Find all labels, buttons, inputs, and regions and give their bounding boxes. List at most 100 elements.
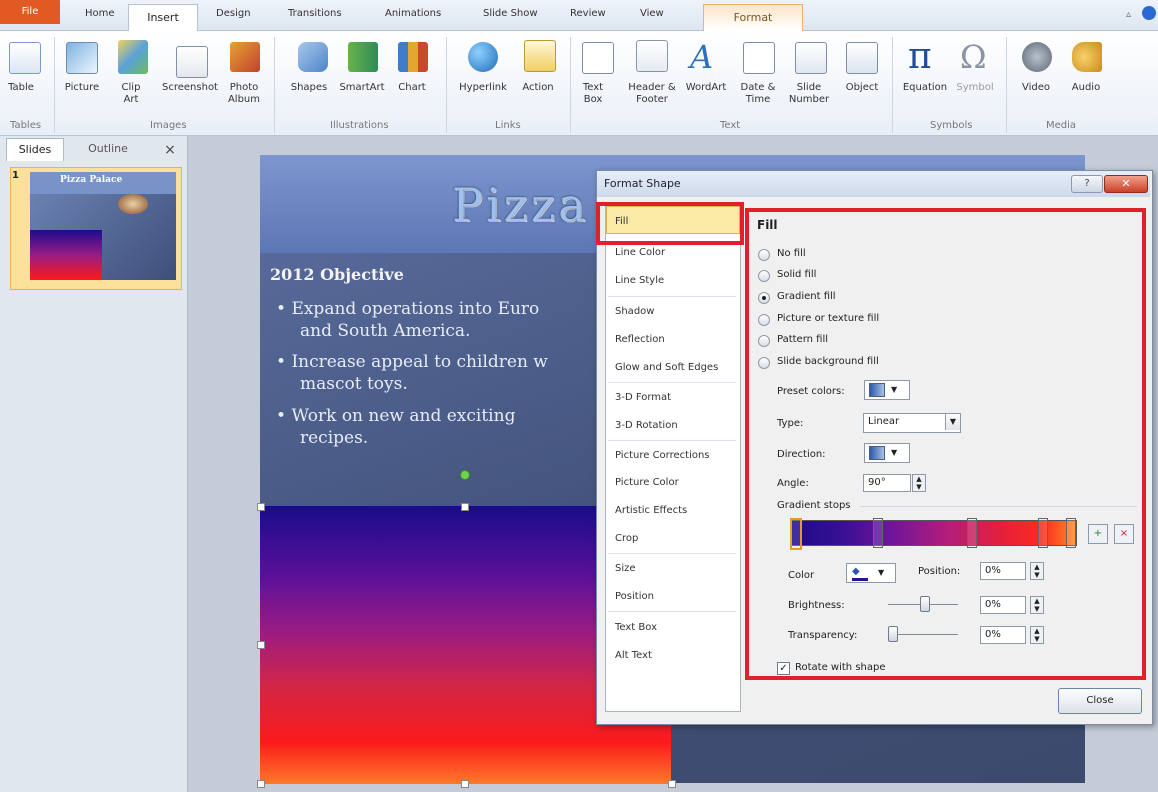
shapes-button[interactable]: Shapes <box>286 82 332 94</box>
highlight-box-fill-options <box>745 208 1146 680</box>
audio-icon[interactable] <box>1072 42 1102 72</box>
clip-art-icon[interactable] <box>118 40 148 74</box>
equation-icon[interactable]: π <box>908 36 932 77</box>
category-line-style[interactable]: Line Style <box>615 275 664 286</box>
minimize-ribbon-icon[interactable]: ▵ <box>1126 9 1131 20</box>
bullet-3[interactable]: • Work on new and exciting <box>276 405 515 427</box>
group-label-symbols: Symbols <box>930 120 973 131</box>
category-picture-color[interactable]: Picture Color <box>615 477 679 488</box>
picture-icon[interactable] <box>66 42 98 74</box>
tab-format[interactable]: Format <box>703 4 803 31</box>
category-picture-corrections[interactable]: Picture Corrections <box>615 450 710 461</box>
equation-button[interactable]: Equation <box>898 82 952 94</box>
group-separator <box>1006 37 1007 133</box>
category-shadow[interactable]: Shadow <box>615 306 654 317</box>
tab-home[interactable]: Home <box>85 8 115 19</box>
highlight-box-fill-category <box>596 202 744 245</box>
tab-insert[interactable]: Insert <box>128 4 198 31</box>
text-box-icon[interactable] <box>582 42 614 74</box>
category-divider <box>608 611 736 612</box>
slide-thumbnail[interactable]: Pizza Palace <box>30 172 176 280</box>
objective-heading[interactable]: 2012 Objective <box>270 265 404 284</box>
header-footer-button[interactable]: Header & Footer <box>622 82 682 106</box>
photo-album-button[interactable]: Photo Album <box>222 82 266 106</box>
hyperlink-button[interactable]: Hyperlink <box>454 82 512 94</box>
help-icon[interactable] <box>1142 6 1156 20</box>
rotation-handle[interactable] <box>460 470 470 480</box>
slide-number-button[interactable]: Slide Number <box>784 82 834 106</box>
video-icon[interactable] <box>1022 42 1052 72</box>
smartart-button[interactable]: SmartArt <box>336 82 388 94</box>
resize-handle-bottom-left[interactable] <box>257 780 265 788</box>
table-icon[interactable] <box>9 42 41 74</box>
tab-slide-show[interactable]: Slide Show <box>483 8 538 19</box>
photo-album-icon[interactable] <box>230 42 260 72</box>
category-position[interactable]: Position <box>615 591 654 602</box>
video-button[interactable]: Video <box>1016 82 1056 94</box>
category-text-box[interactable]: Text Box <box>615 622 657 633</box>
date-time-icon[interactable] <box>743 42 775 74</box>
object-icon[interactable] <box>846 42 878 74</box>
tab-design[interactable]: Design <box>216 8 251 19</box>
picture-button[interactable]: Picture <box>60 82 104 94</box>
object-button[interactable]: Object <box>840 82 884 94</box>
action-icon[interactable] <box>524 40 556 72</box>
tab-view[interactable]: View <box>640 8 664 19</box>
category-divider <box>608 440 736 441</box>
screenshot-button[interactable]: Screenshot <box>160 82 220 94</box>
header-footer-icon[interactable] <box>636 40 668 72</box>
close-button[interactable]: Close <box>1058 688 1142 714</box>
chart-button[interactable]: Chart <box>392 82 432 94</box>
resize-handle-top-left[interactable] <box>257 503 265 511</box>
category-crop[interactable]: Crop <box>615 533 638 544</box>
bullet-3-cont[interactable]: recipes. <box>300 427 368 449</box>
bullet-1[interactable]: • Expand operations into Euro <box>276 298 539 320</box>
chart-icon[interactable] <box>398 42 428 72</box>
tab-transitions[interactable]: Transitions <box>288 8 342 19</box>
tab-slides[interactable]: Slides <box>6 138 64 161</box>
tab-animations[interactable]: Animations <box>385 8 441 19</box>
resize-handle-bottom-right[interactable] <box>668 780 676 788</box>
table-button[interactable]: Table <box>6 82 36 94</box>
dialog-help-button[interactable]: ? <box>1071 175 1103 193</box>
shapes-icon[interactable] <box>298 42 328 72</box>
bullet-1-cont[interactable]: and South America. <box>300 320 470 342</box>
tab-outline[interactable]: Outline <box>78 138 138 160</box>
group-label-media: Media <box>1046 120 1077 131</box>
action-button[interactable]: Action <box>518 82 558 94</box>
symbol-icon[interactable]: Ω <box>960 38 987 76</box>
category-glow-soft-edges[interactable]: Glow and Soft Edges <box>615 362 718 373</box>
bullet-2[interactable]: • Increase appeal to children w <box>276 351 548 373</box>
category-size[interactable]: Size <box>615 563 636 574</box>
category-3d-format[interactable]: 3-D Format <box>615 392 671 403</box>
category-reflection[interactable]: Reflection <box>615 334 665 345</box>
smartart-icon[interactable] <box>348 42 378 72</box>
text-box-button[interactable]: Text Box <box>576 82 610 106</box>
wordart-button[interactable]: WordArt <box>684 82 728 94</box>
clip-art-button[interactable]: Clip Art <box>116 82 146 106</box>
date-time-button[interactable]: Date & Time <box>736 82 780 106</box>
close-pane-icon[interactable]: × <box>160 140 180 160</box>
hyperlink-icon[interactable] <box>468 42 498 72</box>
group-label-text: Text <box>720 120 741 131</box>
resize-handle-left[interactable] <box>257 641 265 649</box>
resize-handle-bottom[interactable] <box>461 780 469 788</box>
bullet-2-cont[interactable]: mascot toys. <box>300 373 408 395</box>
ribbon-tab-bar: File Home Insert Design Transitions Anim… <box>0 0 1158 31</box>
screenshot-icon[interactable] <box>176 46 208 78</box>
slide-number-icon[interactable] <box>795 42 827 74</box>
category-line-color[interactable]: Line Color <box>615 247 665 258</box>
category-alt-text[interactable]: Alt Text <box>615 650 652 661</box>
category-artistic-effects[interactable]: Artistic Effects <box>615 505 687 516</box>
wordart-icon[interactable]: A <box>690 38 713 76</box>
category-3d-rotation[interactable]: 3-D Rotation <box>615 420 678 431</box>
group-separator <box>446 37 447 133</box>
symbol-button[interactable]: Symbol <box>954 82 996 94</box>
tab-file[interactable]: File <box>0 0 60 24</box>
audio-button[interactable]: Audio <box>1066 82 1106 94</box>
tab-review[interactable]: Review <box>570 8 606 19</box>
category-divider <box>608 382 736 383</box>
resize-handle-top[interactable] <box>461 503 469 511</box>
slide-title[interactable]: Pizza <box>452 178 589 232</box>
dialog-close-icon[interactable]: ✕ <box>1104 175 1148 193</box>
